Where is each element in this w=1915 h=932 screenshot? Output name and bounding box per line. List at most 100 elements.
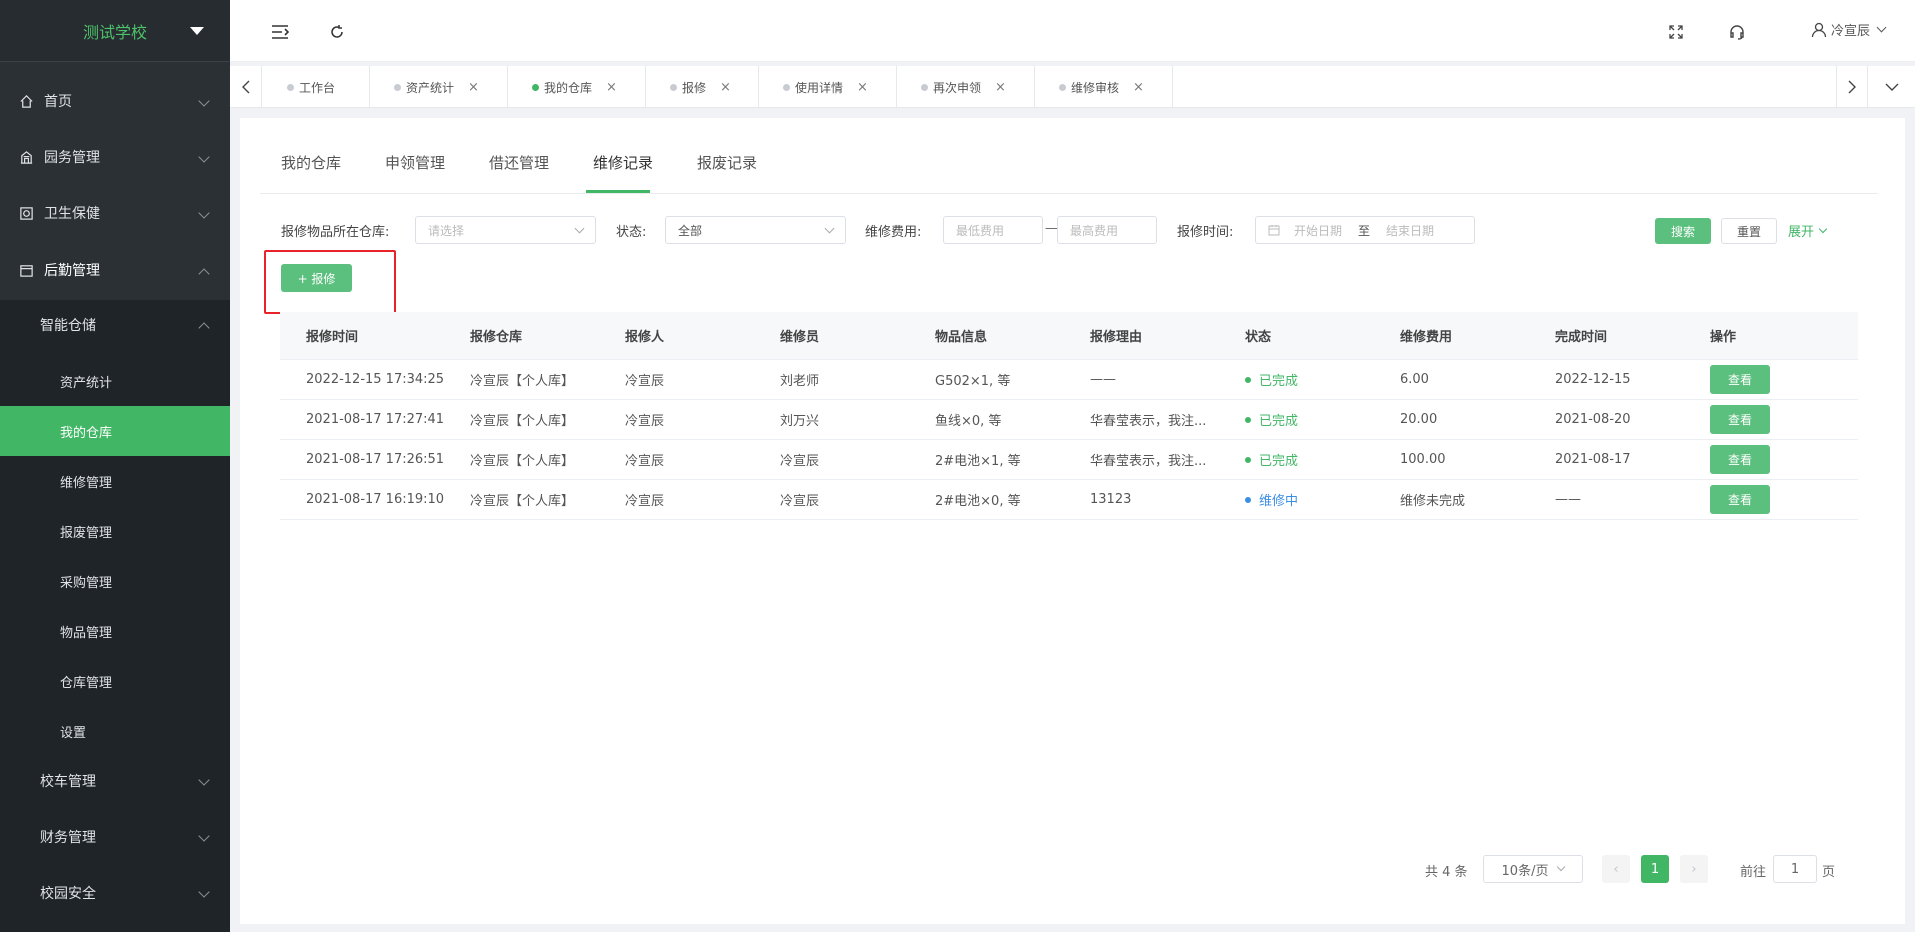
tab-label: 维修审核 xyxy=(1071,80,1120,95)
subtab-repair-records[interactable]: 维修记录 xyxy=(593,152,653,173)
tab-workbench[interactable]: 工作台 xyxy=(263,66,370,108)
chevron-up-icon xyxy=(198,322,210,334)
page-size-value: 10条/页 xyxy=(1501,863,1549,879)
expand-label: 展开 xyxy=(1788,225,1815,240)
tab-asset-stats[interactable]: 资产统计 × xyxy=(370,66,508,108)
view-button[interactable]: 查看 xyxy=(1710,445,1770,474)
sidebar-item-asset-stats[interactable]: 资产统计 xyxy=(0,356,230,406)
repair-records-table: 报修时间 报修仓库 报修人 维修员 物品信息 报修理由 状态 维修费用 完成时间… xyxy=(280,312,1858,520)
sidebar-item-label: 财务管理 xyxy=(40,830,96,846)
user-menu[interactable]: 冷宣辰 xyxy=(1811,20,1887,39)
sidebar-item-purchase-management[interactable]: 采购管理 xyxy=(0,556,230,606)
sidebar-item-garden-affairs[interactable]: 园务管理 xyxy=(0,129,230,185)
sidebar-item-finance[interactable]: 财务管理 xyxy=(0,812,230,862)
view-button[interactable]: 查看 xyxy=(1710,405,1770,434)
tabs-scroll-left-button[interactable] xyxy=(230,66,262,108)
building-icon xyxy=(18,149,34,165)
action-cell: 查看 xyxy=(1710,480,1770,519)
subtab-my-warehouse[interactable]: 我的仓库 xyxy=(281,152,341,173)
chevron-down-icon xyxy=(1818,224,1828,233)
school-switch-caret-icon[interactable] xyxy=(190,27,204,35)
tab-close-icon[interactable]: × xyxy=(720,80,731,95)
page-number-current[interactable]: 1 xyxy=(1641,855,1669,883)
status-dot xyxy=(1245,496,1251,503)
view-button[interactable]: 查看 xyxy=(1710,485,1770,514)
next-page-button[interactable]: › xyxy=(1680,855,1708,883)
highlight-box xyxy=(264,250,396,314)
health-icon xyxy=(18,205,34,221)
status-select[interactable]: 全部 xyxy=(665,216,846,244)
tab-usage-details[interactable]: 使用详情 × xyxy=(759,66,897,108)
subtab-borrow-return[interactable]: 借还管理 xyxy=(489,152,549,173)
tab-status-dot xyxy=(287,84,294,91)
sidebar-item-my-warehouse[interactable]: 我的仓库 xyxy=(0,406,230,456)
warehouse-cell: 冷宣辰【个人库】 xyxy=(470,374,575,389)
warehouse-select[interactable]: 请选择 xyxy=(415,216,596,244)
tabs-dropdown-button[interactable] xyxy=(1870,66,1914,108)
status-text: 已完成 xyxy=(1259,414,1299,429)
reason-cell: —— xyxy=(1090,372,1116,387)
tab-close-icon[interactable]: × xyxy=(468,80,479,95)
sidebar-item-home[interactable]: 首页 xyxy=(0,73,230,129)
tab-repair-review[interactable]: 维修审核 × xyxy=(1035,66,1173,108)
tab-close-icon[interactable]: × xyxy=(606,80,617,95)
cost-cell: 100.00 xyxy=(1400,452,1446,467)
sidebar-item-goods-management[interactable]: 物品管理 xyxy=(0,606,230,656)
subtab-scrap-records[interactable]: 报废记录 xyxy=(697,152,757,173)
tab-close-icon[interactable]: × xyxy=(857,80,868,95)
status-text: 已完成 xyxy=(1259,374,1299,389)
sidebar-item-label: 物品管理 xyxy=(60,625,113,641)
date-range-separator: 至 xyxy=(1358,223,1371,238)
min-cost-input[interactable]: 最低费用 xyxy=(943,216,1043,244)
chevron-down-icon xyxy=(198,151,210,163)
column-header: 报修仓库 xyxy=(470,330,523,345)
finish-time-cell: 2021-08-20 xyxy=(1555,412,1631,427)
goto-page-input[interactable]: 1 xyxy=(1773,855,1817,883)
expand-filters-button[interactable]: 展开 xyxy=(1788,221,1828,240)
cost-cell: 6.00 xyxy=(1400,372,1429,387)
date-range-picker[interactable]: 开始日期 至 结束日期 xyxy=(1255,216,1475,244)
tab-close-icon[interactable]: × xyxy=(995,80,1006,95)
tab-reapply[interactable]: 再次申领 × xyxy=(897,66,1035,108)
tab-my-warehouse[interactable]: 我的仓库 × xyxy=(508,66,646,108)
tabs-scroll-right-button[interactable] xyxy=(1836,66,1868,108)
chevron-right-icon xyxy=(1848,80,1856,94)
sidebar-item-smart-storage[interactable]: 智能仓储 xyxy=(0,300,230,350)
status-filter-label: 状态: xyxy=(616,225,647,240)
finish-time-cell: —— xyxy=(1555,492,1581,507)
sidebar-item-school-bus[interactable]: 校车管理 xyxy=(0,756,230,806)
sidebar-item-repair-management[interactable]: 维修管理 xyxy=(0,456,230,506)
max-cost-input[interactable]: 最高费用 xyxy=(1057,216,1157,244)
table-row: 2021-08-17 17:27:41 冷宣辰【个人库】 冷宣辰 刘万兴 鱼线×… xyxy=(280,400,1858,440)
refresh-icon[interactable] xyxy=(327,22,347,42)
tab-close-icon[interactable]: × xyxy=(1133,80,1144,95)
page-size-select[interactable]: 10条/页 xyxy=(1483,855,1583,883)
table-header: 报修时间 报修仓库 报修人 维修员 物品信息 报修理由 状态 维修费用 完成时间… xyxy=(280,312,1858,360)
view-button[interactable]: 查看 xyxy=(1710,365,1770,394)
search-button[interactable]: 搜索 xyxy=(1655,218,1711,244)
sidebar-item-logistics[interactable]: 后勤管理 xyxy=(0,242,230,298)
sidebar-item-campus-safety[interactable]: 校园安全 xyxy=(0,868,230,918)
sidebar-item-settings[interactable]: 设置 xyxy=(0,706,230,756)
headset-support-icon[interactable] xyxy=(1727,22,1747,42)
end-date-placeholder: 结束日期 xyxy=(1386,223,1435,238)
menu-collapse-icon[interactable] xyxy=(270,22,290,42)
sidebar-item-warehouse-management[interactable]: 仓库管理 xyxy=(0,656,230,706)
sidebar-header[interactable]: 测试学校 xyxy=(0,0,230,62)
status-cell: 已完成 xyxy=(1245,360,1298,399)
subtab-apply-management[interactable]: 申领管理 xyxy=(385,152,445,173)
prev-page-button[interactable]: ‹ xyxy=(1602,855,1630,883)
page-suffix: 页 xyxy=(1822,865,1836,880)
finish-time-cell: 2021-08-17 xyxy=(1555,452,1631,467)
fullscreen-icon[interactable] xyxy=(1666,22,1686,42)
reporter-cell: 冷宣辰 xyxy=(625,414,665,429)
chevron-down-icon xyxy=(198,830,210,842)
tab-repair[interactable]: 报修 × xyxy=(646,66,759,108)
sidebar-item-scrap-management[interactable]: 报废管理 xyxy=(0,506,230,556)
reporter-cell: 冷宣辰 xyxy=(625,494,665,509)
action-cell: 查看 xyxy=(1710,360,1770,399)
sidebar-item-health[interactable]: 卫生保健 xyxy=(0,185,230,241)
status-select-value: 全部 xyxy=(678,223,703,238)
reset-button[interactable]: 重置 xyxy=(1721,218,1777,244)
warehouse-cell: 冷宣辰【个人库】 xyxy=(470,494,575,509)
